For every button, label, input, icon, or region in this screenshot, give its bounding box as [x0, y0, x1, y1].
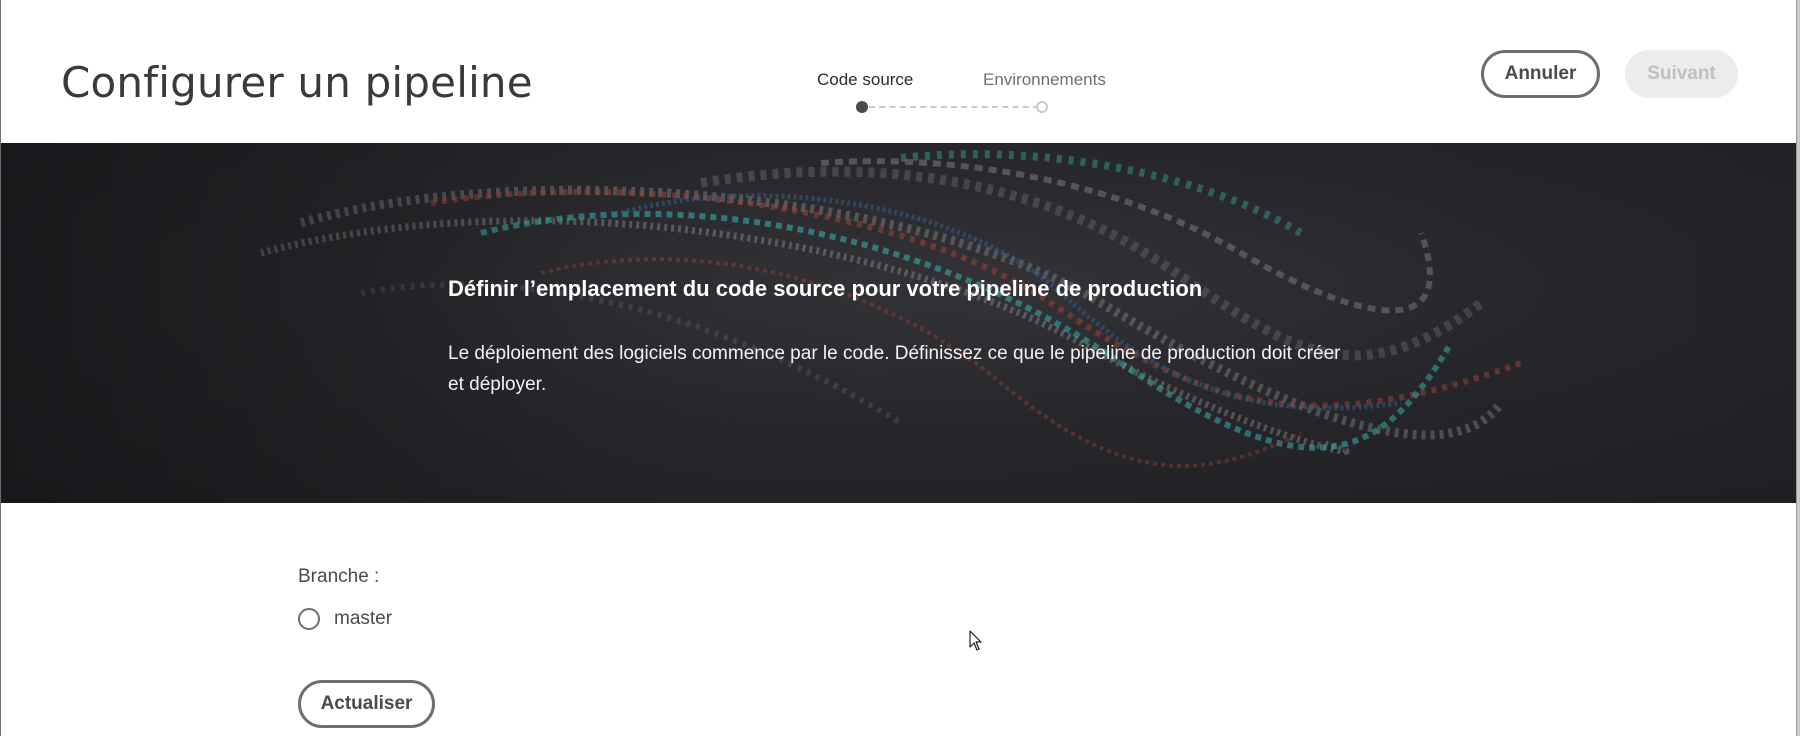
next-button[interactable]: Suivant — [1625, 50, 1738, 98]
radio-button[interactable] — [298, 608, 320, 630]
cancel-button[interactable]: Annuler — [1481, 50, 1600, 98]
page-header: Configurer un pipeline Code source Envir… — [1, 0, 1796, 143]
hero-title: Définir l’emplacement du code source pou… — [448, 276, 1203, 301]
branch-label: Branche : — [298, 566, 380, 587]
step-code-source[interactable]: Code source — [817, 70, 913, 90]
step-environnements[interactable]: Environnements — [983, 70, 1106, 90]
refresh-button[interactable]: Actualiser — [298, 680, 435, 728]
step-next-dot — [1036, 101, 1048, 113]
page-title: Configurer un pipeline — [61, 58, 533, 107]
mouse-cursor-icon — [969, 630, 982, 651]
step-progress-track — [869, 106, 1039, 108]
hero-description: Le déploiement des logiciels commence pa… — [448, 343, 1341, 395]
hero-overlay — [1, 143, 1796, 503]
step-current-dot — [856, 101, 868, 113]
hero-banner: Définir l’emplacement du code source pou… — [1, 143, 1796, 503]
wizard-stepper: Code source Environnements — [801, 60, 1121, 120]
branch-option-master[interactable]: master — [298, 604, 392, 634]
branch-option-label[interactable]: master — [334, 608, 392, 630]
